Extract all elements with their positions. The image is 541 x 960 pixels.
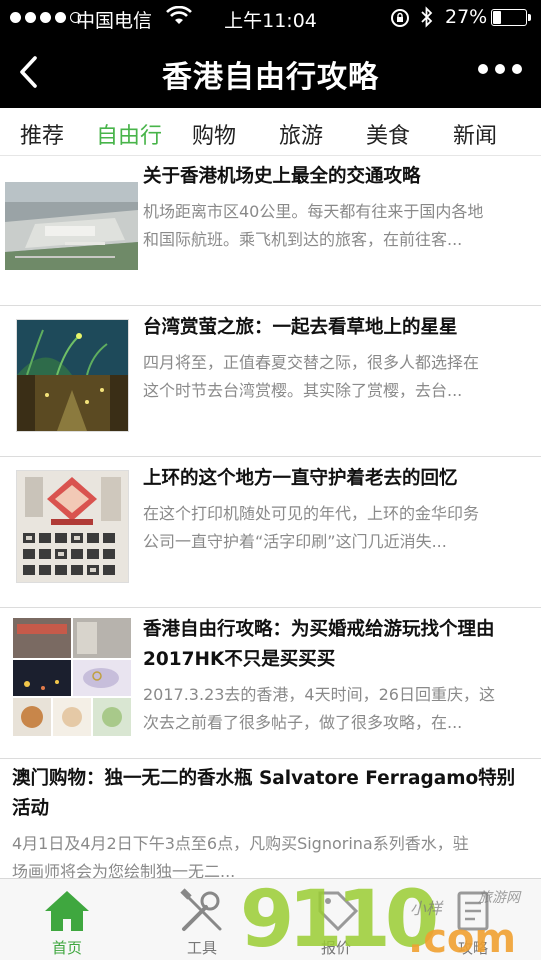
tabbar-tools-label: 工具 <box>186 939 217 957</box>
tabbar-tools[interactable]: 工具 <box>152 879 252 960</box>
tab-independent-travel[interactable]: 自由行 <box>96 118 162 150</box>
tab-recommend[interactable]: 推荐 <box>20 118 64 150</box>
guide-icon <box>457 891 489 931</box>
article-thumbnail <box>16 470 129 583</box>
tab-shopping[interactable]: 购物 <box>192 118 236 150</box>
article-summary: 在这个打印机随处可见的年代，上环的金华印务 公司一直守护着“活字印刷”这门几近消… <box>143 504 480 551</box>
article-thumbnail <box>13 618 131 736</box>
more-options-icon[interactable] <box>478 64 522 78</box>
article-item[interactable]: 台湾赏萤之旅：一起去看草地上的星星 四月将至，正值春夏交替之际，很多人都选择在 … <box>0 307 541 457</box>
article-summary: 机场距离市区40公里。每天都有往来于国内各地 和国际航班。乘飞机到达的旅客，在前… <box>143 202 484 249</box>
article-title: 台湾赏萤之旅：一起去看草地上的星星 <box>143 317 458 338</box>
tabbar-price-label: 报价 <box>320 939 351 957</box>
tab-food[interactable]: 美食 <box>366 118 410 150</box>
nav-bar: 香港自由行攻略 <box>0 36 541 108</box>
article-summary: 2017.3.23去的香港，4天时间，26日回重庆，这 次去之前看了很多帖子，做… <box>143 685 495 732</box>
bottom-tab-bar: 首页 工具 报价 攻略 <box>0 878 541 960</box>
article-title: 澳门购物：独一无二的香水瓶 Salvatore Ferragamo特别 活动 <box>12 768 516 819</box>
tabbar-guide-label: 攻略 <box>457 939 488 957</box>
article-thumbnail <box>16 319 129 432</box>
tabbar-price[interactable]: 报价 <box>286 879 386 960</box>
article-summary: 四月将至，正值春夏交替之际，很多人都选择在 这个时节去台湾赏樱。其实除了赏樱，去… <box>143 353 480 400</box>
status-bar: 中国电信 上午11:04 27% <box>0 0 541 36</box>
article-item[interactable]: 香港自由行攻略：为买婚戒给游玩找个理由 2017HK不只是买买买 2017.3.… <box>0 609 541 759</box>
tab-news[interactable]: 新闻 <box>453 118 497 150</box>
battery-percent: 27% <box>445 6 488 28</box>
battery-icon <box>491 9 531 26</box>
tools-icon <box>180 888 222 931</box>
price-tag-icon <box>318 891 359 932</box>
tabbar-home[interactable]: 首页 <box>17 879 117 960</box>
article-title: 香港自由行攻略：为买婚戒给游玩找个理由 2017HK不只是买买买 <box>143 619 495 670</box>
article-item[interactable]: 关于香港机场史上最全的交通攻略 机场距离市区40公里。每天都有往来于国内各地 和… <box>0 156 541 306</box>
page-title: 香港自由行攻略 <box>162 60 379 95</box>
home-icon <box>45 891 89 931</box>
article-thumbnail <box>5 182 138 270</box>
article-item[interactable]: 澳门购物：独一无二的香水瓶 Salvatore Ferragamo特别 活动 4… <box>0 760 541 881</box>
article-title: 上环的这个地方一直守护着老去的回忆 <box>143 468 458 489</box>
rotation-lock-icon <box>391 9 409 27</box>
bluetooth-icon <box>421 6 433 28</box>
tabbar-guide[interactable]: 攻略 <box>423 879 523 960</box>
article-title: 关于香港机场史上最全的交通攻略 <box>143 166 421 187</box>
category-tabs: 推荐 自由行 购物 旅游 美食 新闻 <box>0 108 541 156</box>
tab-tourism[interactable]: 旅游 <box>279 118 323 150</box>
tabbar-home-label: 首页 <box>51 939 82 957</box>
article-item[interactable]: 上环的这个地方一直守护着老去的回忆 在这个打印机随处可见的年代，上环的金华印务 … <box>0 458 541 608</box>
